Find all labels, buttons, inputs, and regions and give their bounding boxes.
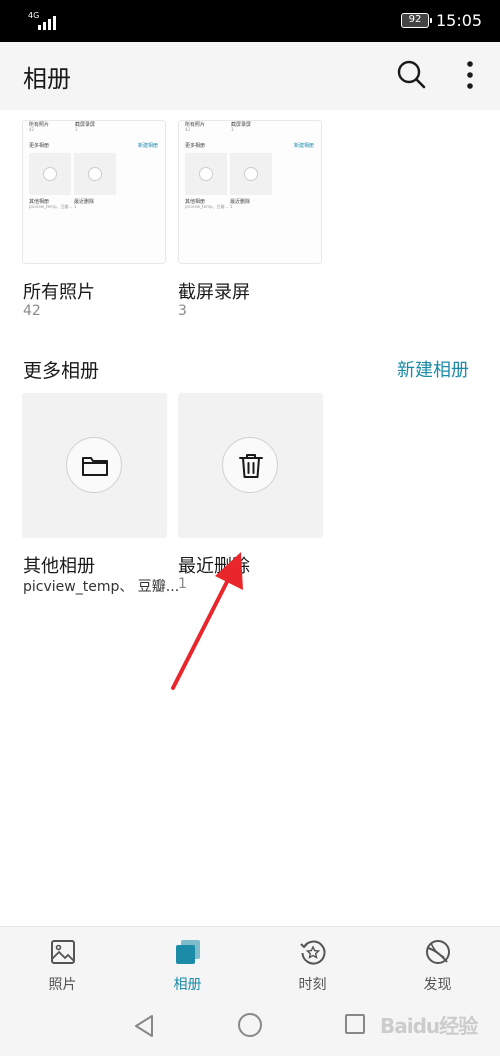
albums-content: 所有照片 42 截屏录屏 3 更多相册 新建相册 其他相册 picview_te… <box>0 110 500 926</box>
preview-tile <box>29 153 71 195</box>
tab-moments[interactable]: 时刻 <box>250 927 375 999</box>
app-header: 相册 <box>0 42 500 110</box>
preview-text: 更多相册 <box>29 143 50 149</box>
bottom-navigation: 照片 相册 时刻 发现 <box>0 926 500 998</box>
tab-albums[interactable]: 相册 <box>125 927 250 999</box>
preview-tile <box>74 153 116 195</box>
preview-text: 42 <box>29 127 35 132</box>
search-button[interactable] <box>396 59 428 91</box>
tab-label: 时刻 <box>298 977 327 993</box>
preview-text: 截屏录屏 <box>231 122 252 128</box>
more-options-button[interactable] <box>458 59 482 91</box>
folder-icon <box>82 457 108 476</box>
preview-tile <box>230 153 272 195</box>
preview-text: 42 <box>185 127 191 132</box>
album-tile-other[interactable] <box>22 393 167 538</box>
preview-text: 新建相册 <box>138 143 159 149</box>
tab-discover[interactable]: 发现 <box>375 927 500 999</box>
page-title: 相册 <box>23 65 71 93</box>
back-icon[interactable] <box>133 1014 155 1038</box>
thumbnail-preview: 所有照片 42 截屏录屏 3 更多相册 新建相册 其他相册 picview_te… <box>23 121 165 263</box>
watermark: Baidu经验 <box>380 1014 478 1038</box>
album-name: 截屏录屏 <box>178 282 250 303</box>
preview-text: 3 <box>75 127 78 132</box>
album-count: 3 <box>178 303 187 319</box>
moments-icon <box>300 940 326 965</box>
home-button[interactable] <box>238 1013 262 1037</box>
album-name: 其他相册 <box>23 556 95 577</box>
icon-circle <box>66 437 122 493</box>
preview-text: 最近删除 <box>74 199 95 205</box>
battery-icon: 92 <box>401 13 432 28</box>
signal-icon: 4G <box>28 11 56 30</box>
photo-icon <box>51 940 75 964</box>
album-thumbnail-screenshots[interactable]: 所有照片 42 截屏录屏 3 更多相册 新建相册 其他相册 picview_te… <box>178 120 322 264</box>
preview-text: picview_temp、豆瓣... <box>29 204 73 209</box>
preview-text: 更多相册 <box>185 143 206 149</box>
album-subtitle: picview_temp、 豆瓣... <box>23 579 180 595</box>
preview-text: 1 <box>230 204 233 209</box>
preview-tile <box>185 153 227 195</box>
preview-text: 截屏录屏 <box>75 122 96 128</box>
status-time: 15:05 <box>436 11 483 30</box>
annotation-arrow-icon <box>171 552 243 690</box>
tab-photos[interactable]: 照片 <box>0 927 125 999</box>
icon-circle <box>222 437 278 493</box>
preview-text: picview_temp、豆瓣... <box>185 204 229 209</box>
tab-label: 相册 <box>173 977 202 993</box>
preview-text: 最近删除 <box>230 199 251 205</box>
album-tile-recently-deleted[interactable] <box>178 393 323 538</box>
status-bar: 4G 92 15:05 <box>0 0 500 42</box>
preview-text: 1 <box>74 204 77 209</box>
section-title-more-albums: 更多相册 <box>23 360 100 382</box>
thumbnail-preview: 所有照片 42 截屏录屏 3 更多相册 新建相册 其他相册 picview_te… <box>179 121 321 263</box>
album-name: 所有照片 <box>23 282 95 303</box>
album-thumbnail-all-photos[interactable]: 所有照片 42 截屏录屏 3 更多相册 新建相册 其他相册 picview_te… <box>22 120 166 264</box>
trash-icon <box>239 454 263 478</box>
preview-text: 新建相册 <box>294 143 315 149</box>
preview-text: 3 <box>231 127 234 132</box>
recent-apps-button[interactable] <box>345 1014 365 1034</box>
album-icon <box>176 940 200 964</box>
search-icon <box>397 60 426 89</box>
tab-label: 发现 <box>423 977 452 993</box>
new-album-button[interactable]: 新建相册 <box>397 356 469 382</box>
album-count: 42 <box>23 303 41 319</box>
discover-icon <box>426 940 450 964</box>
tab-label: 照片 <box>48 977 77 993</box>
more-vertical-icon <box>467 61 473 89</box>
